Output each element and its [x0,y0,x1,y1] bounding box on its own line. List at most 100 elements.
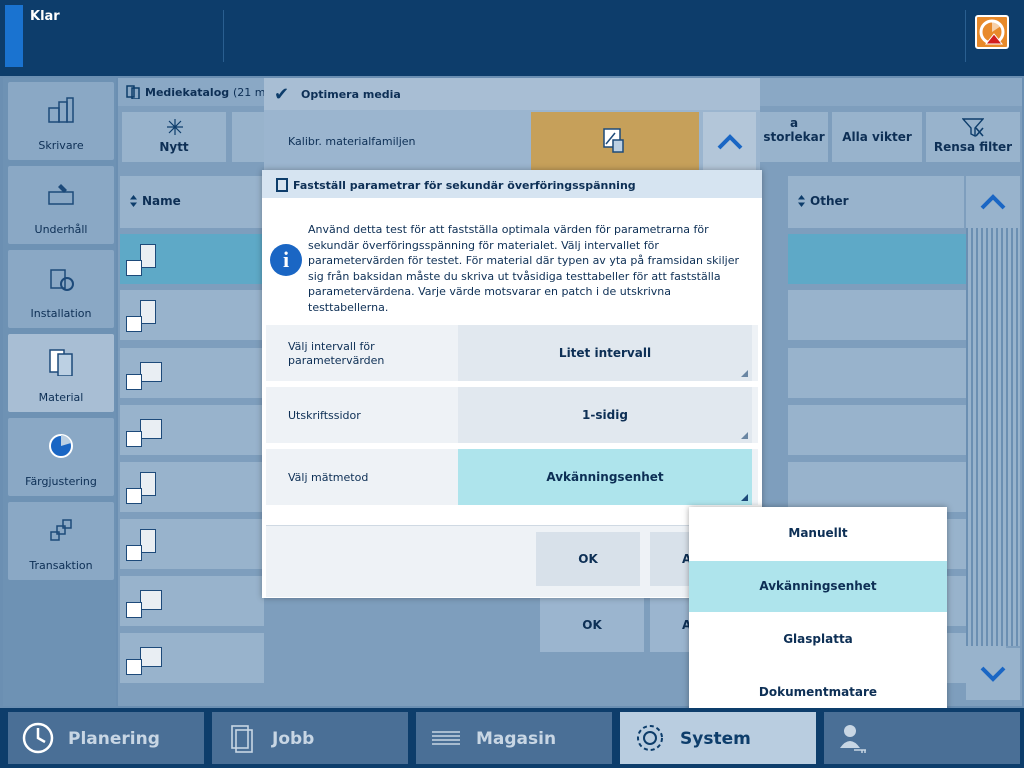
tab-label: System [680,729,751,749]
calibrate-family-button[interactable] [531,112,699,170]
measure-method-label: Välj mätmetod [288,471,369,484]
tab-label: Jobb [272,729,315,749]
table-row[interactable] [120,290,264,340]
measure-method-popup: Manuellt Avkänningsenhet Glasplatta Doku… [689,507,947,719]
table-row[interactable] [120,348,264,398]
table-row[interactable] [120,576,264,626]
tab-system[interactable]: System [620,712,816,764]
option-manuellt[interactable]: Manuellt [689,508,947,559]
printer-icon [48,97,74,123]
secondary-transfer-voltage-dialog: Fastställ parametrar för sekundär överfö… [262,170,762,598]
media-icon [126,643,166,675]
clock-icon [22,722,54,754]
transaction-icon [50,519,72,541]
interval-label: Välj intervall för parametervärden [288,340,385,367]
document-icon [231,725,253,753]
interval-dropdown[interactable]: Litet intervall [458,325,752,381]
nav-item-underhall[interactable]: Underhåll [8,166,114,244]
divider [965,10,966,62]
clear-filter-label: Rensa filter [933,140,1013,154]
color-adjust-icon [49,434,73,458]
table-row[interactable] [120,405,264,455]
sort-icon [130,195,137,207]
maintenance-icon [48,184,74,205]
nav-item-transaktion[interactable]: Transaktion [8,502,114,580]
abort-button-background: A [650,598,691,652]
catalog-title: Mediekatalog (21 med [145,86,280,99]
media-icon [126,586,166,618]
media-icon [126,415,166,447]
calibrate-family-label: Kalibr. materialfamiljen [288,135,416,148]
scroll-down-button[interactable] [966,648,1020,700]
info-text: Använd detta test för att fastställa opt… [308,223,739,314]
tab-planering[interactable]: Planering [8,712,204,764]
column-label: Name [142,194,181,208]
table-row[interactable] [120,462,264,512]
nav-item-material[interactable]: Material [8,334,114,412]
nav-item-fargjustering[interactable]: Färgjustering [8,418,114,496]
catalog-icon [126,85,140,99]
tray-icon [432,731,460,745]
table-row[interactable] [120,234,264,284]
chevron-up-icon [980,194,1006,210]
optimize-title: Optimera media [301,88,401,101]
sparkle-icon [167,119,183,135]
media-icon [126,300,166,332]
option-avkanningsenhet[interactable]: Avkänningsenhet [689,561,947,612]
material-icon [49,349,73,376]
tab-jobb[interactable]: Jobb [212,712,408,764]
table-row[interactable] [120,519,264,569]
measure-method-setting: Välj mätmetod Avkänningsenhet [266,449,758,505]
scroll-up-button[interactable] [703,112,756,170]
print-sides-dropdown[interactable]: 1-sidig [458,387,752,443]
media-icon [126,358,166,390]
checkmark-icon: ✔ [274,84,290,105]
clear-filter-button[interactable]: Rensa filter [926,112,1020,162]
info-icon: i [270,244,302,276]
color-wheel-icon [979,19,1005,45]
dialog-title: Fastställ parametrar för sekundär överfö… [293,179,636,192]
chevron-down-icon [980,666,1006,682]
nav-label: Installation [30,307,92,320]
optimize-media-panel: ✔ Optimera media Kalibr. materialfamilje… [264,78,760,170]
column-header-other[interactable]: Other [788,176,964,228]
ok-button-background: OK [540,598,644,652]
calibration-icon [603,128,624,153]
tab-user[interactable] [824,712,1020,764]
nav-label: Underhåll [34,223,88,236]
tab-label: Magasin [476,729,557,749]
optimize-header: ✔ Optimera media [264,78,760,110]
nav-label: Skrivare [38,139,84,152]
media-icon [126,244,166,276]
divider [223,10,224,62]
status-indicator [5,5,23,67]
status-text: Klar [30,9,60,24]
sort-icon [798,195,805,207]
scroll-up-button[interactable] [966,176,1020,228]
column-label: Other [810,194,849,208]
bottom-taskbar: Planering Jobb Magasin System [0,708,1024,768]
tab-magasin[interactable]: Magasin [416,712,612,764]
color-warning-icon[interactable] [975,15,1009,49]
tab-label: Planering [68,729,160,749]
user-key-icon [840,725,866,753]
dialog-header: Fastställ parametrar för sekundär överfö… [262,170,762,198]
catalog-button[interactable] [232,112,264,162]
nav-label: Transaktion [29,559,93,572]
option-glasplatta[interactable]: Glasplatta [689,614,947,665]
column-header-name[interactable]: Name [120,176,262,228]
table-row[interactable] [120,633,264,683]
nav-item-installation[interactable]: Installation [8,250,114,328]
sizes-filter-button[interactable]: a storlekar [760,112,828,162]
nav-label: Färgjustering [25,475,97,488]
dropdown-corner-icon [741,494,748,501]
measure-method-dropdown[interactable]: Avkänningsenhet [458,449,752,505]
scrollbar-track[interactable] [966,228,1020,646]
dialog-icon [276,178,288,192]
ok-button[interactable]: OK [536,532,640,586]
left-navigation: Skrivare Underhåll Installation Material… [3,78,116,706]
nav-item-skrivare[interactable]: Skrivare [8,82,114,160]
weights-filter-button[interactable]: Alla vikter [832,112,922,162]
new-button[interactable]: Nytt [122,112,226,162]
chevron-up-icon [717,134,743,150]
